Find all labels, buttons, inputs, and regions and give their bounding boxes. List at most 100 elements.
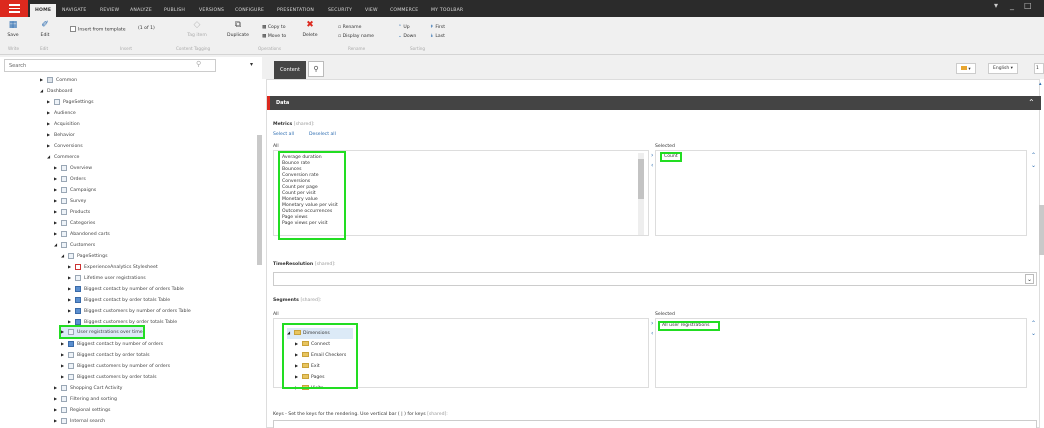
tab-review[interactable]: REVIEW [95,4,124,17]
tree-node[interactable]: ▶ Shopping Cart Activity [54,382,122,393]
chevron-down-icon[interactable]: ▾ [250,61,253,68]
expand-arrow-icon[interactable]: ▶ [68,283,75,294]
expand-arrow-icon[interactable]: ▶ [47,129,54,140]
collapse-arrow-icon[interactable]: ◢ [61,250,68,261]
scroll-up-icon[interactable]: ▴ [1039,81,1042,87]
tree-node[interactable]: ▶ Biggest customers by order totals Table [68,316,177,327]
edit-button[interactable]: ✐ Edit [34,20,56,38]
move-up-icon[interactable]: ⌃ [1031,152,1036,159]
tree-node[interactable]: ▶ Common [40,74,77,85]
tree-node[interactable]: ▶ Biggest customers by number of orders [61,360,170,371]
tree-node[interactable]: ▶ Biggest customers by order totals [61,371,157,382]
tree-node[interactable]: ▶ Acquisition [47,118,80,129]
expand-arrow-icon[interactable]: ▶ [54,228,61,239]
tree-node[interactable]: ◢ Commerce [47,151,79,162]
search-tab-icon[interactable]: ⚲ [308,61,324,77]
selected-segment[interactable]: All user registrations [662,323,716,329]
segment-node[interactable]: ▶ Pages [287,372,353,383]
editor-scrollbar[interactable] [1039,205,1044,255]
tree-node[interactable]: ▶ Orders [54,173,86,184]
tree-node[interactable]: ▶ Abandoned carts [54,228,110,239]
expand-arrow-icon[interactable]: ▶ [61,349,68,360]
tree-node[interactable]: ▶ ExperienceAnalytics Stylesheet [68,261,158,272]
collapse-arrow-icon[interactable]: ◢ [287,328,294,338]
tab-versions[interactable]: VERSIONS [194,4,229,17]
display-name-button[interactable]: ▫ Display name [338,34,374,39]
tree-node[interactable]: ▶ Audience [47,107,76,118]
language-selector[interactable]: English ▾ [988,63,1018,74]
expand-arrow-icon[interactable]: ▶ [47,96,54,107]
rename-button[interactable]: ▫ Rename [338,25,361,30]
tab-content[interactable]: Content [274,61,306,79]
tree-node[interactable]: ▶ Conversions [47,140,83,151]
tree-node[interactable]: ▶ Filtering and sorting [54,393,117,404]
time-resolution-select[interactable]: ⌄ [273,272,1037,286]
deselect-all-link[interactable]: Deselect all [309,132,336,137]
expand-arrow-icon[interactable]: ▶ [295,350,302,360]
expand-arrow-icon[interactable]: ▶ [61,338,68,349]
tag-item-button[interactable]: ◇ Tag item [184,20,210,38]
expand-arrow-icon[interactable]: ▶ [61,371,68,382]
expand-arrow-icon[interactable]: ▶ [68,316,75,327]
expand-arrow-icon[interactable]: ▶ [54,404,61,415]
expand-arrow-icon[interactable]: ▶ [54,195,61,206]
selected-metric[interactable]: Count [664,154,678,160]
metric-option[interactable]: Page views per visit [282,221,342,227]
tab-my-toolbar[interactable]: MY TOOLBAR [426,4,468,17]
add-metric-icon[interactable]: › [651,152,653,159]
metrics-all-list[interactable]: Average duration Bounce rate Bounces Conver… [273,150,649,240]
folder-menu-button[interactable]: ▾ [956,63,976,74]
tree-node[interactable]: ▶ PageSettings [47,96,94,107]
tree-search-input[interactable]: Search [4,59,216,72]
tab-configure[interactable]: CONFIGURE [230,4,269,17]
expand-arrow-icon[interactable]: ▶ [54,415,61,426]
expand-arrow-icon[interactable]: ▶ [54,382,61,393]
expand-arrow-icon[interactable]: ▶ [295,361,302,371]
delete-button[interactable]: ✖ Delete [298,20,322,38]
collapse-icon[interactable]: ⌃ [1028,98,1035,107]
segments-selected-list[interactable]: All user registrations [655,318,1027,388]
tree-node[interactable]: ▶ Lifetime user registrations [68,272,146,283]
expand-arrow-icon[interactable]: ▶ [54,173,61,184]
segment-node[interactable]: ▶ Exit [287,361,353,372]
collapse-arrow-icon[interactable]: ◢ [47,151,54,162]
segment-node[interactable]: ▶ Connect [287,339,353,350]
expand-arrow-icon[interactable]: ▶ [54,206,61,217]
version-selector[interactable]: 1 [1034,63,1044,74]
metrics-scrollbar[interactable] [638,153,644,235]
tab-publish[interactable]: PUBLISH [159,4,190,17]
move-to-button[interactable]: ▩ Move to [262,34,286,39]
expand-arrow-icon[interactable]: ▶ [295,383,302,393]
tree-node[interactable]: ◢ Dashboard [40,85,72,96]
segment-node[interactable]: ▶ Email Checkers [287,350,353,361]
data-section-header[interactable]: Data ⌃ [267,96,1041,110]
expand-arrow-icon[interactable]: ▶ [68,305,75,316]
duplicate-button[interactable]: ⧉ Duplicate [224,20,252,38]
segment-down-icon[interactable]: ⌄ [1031,330,1036,337]
tab-navigate[interactable]: NAVIGATE [57,4,91,17]
tree-node[interactable]: ▶ Regional settings [54,404,110,415]
expand-arrow-icon[interactable]: ▶ [40,74,47,85]
tab-analyze[interactable]: ANALYZE [125,4,157,17]
tab-home[interactable]: HOME [30,4,57,17]
select-all-link[interactable]: Select all [273,132,294,137]
tree-node[interactable]: ▶ Products [54,206,90,217]
tree-node[interactable]: ◢ PageSettings [61,250,108,261]
expand-arrow-icon[interactable]: ▶ [61,360,68,371]
segments-all-tree[interactable]: ◢ Dimensions ▶ Connect ▶ Email Checkers ▶ Exit ▶… [273,318,649,391]
tree-node[interactable]: ▶ Biggest contact by order totals Table [68,294,170,305]
tab-presentation[interactable]: PRESENTATION [272,4,319,17]
last-button[interactable]: ↡ Last [430,34,445,39]
move-down-icon[interactable]: ⌄ [1031,162,1036,169]
metrics-scroll-thumb[interactable] [638,159,644,199]
search-icon[interactable]: ⚲ [196,60,201,68]
tree-node[interactable]: ▶ Biggest customers by number of orders T… [68,305,191,316]
tab-commerce[interactable]: COMMERCE [385,4,423,17]
remove-metric-icon[interactable]: ‹ [651,162,653,169]
segment-node[interactable]: ◢ Dimensions [287,328,353,339]
expand-arrow-icon[interactable]: ▶ [295,339,302,349]
add-segment-icon[interactable]: › [651,320,653,327]
expand-arrow-icon[interactable]: ▶ [47,118,54,129]
segment-node[interactable]: ▶ Visits [287,383,353,394]
segment-up-icon[interactable]: ⌃ [1031,320,1036,327]
